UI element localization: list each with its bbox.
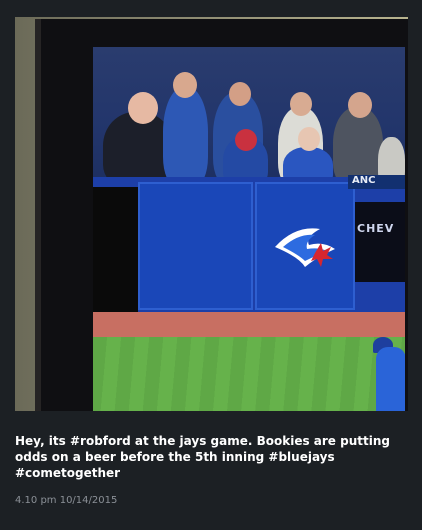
left-foreground (93, 187, 138, 327)
banner-label: ANC (348, 175, 405, 189)
post-card: ANC CHEV Hey, its #robford at the jays g… (0, 0, 422, 530)
wall-pad (138, 182, 253, 310)
blue-jays-logo-icon (275, 228, 335, 267)
player (376, 347, 405, 411)
scoreboard-label: CHEV (357, 222, 395, 235)
outfield-grass (93, 337, 405, 411)
scoreboard (355, 202, 405, 282)
post-caption: Hey, its #robford at the jays game. Book… (15, 434, 390, 480)
tv-screen: ANC CHEV (93, 47, 405, 411)
crowd (93, 47, 405, 187)
post-timestamp: 4.10 pm 10/14/2015 (15, 495, 118, 506)
post-photo[interactable]: ANC CHEV (15, 17, 408, 411)
